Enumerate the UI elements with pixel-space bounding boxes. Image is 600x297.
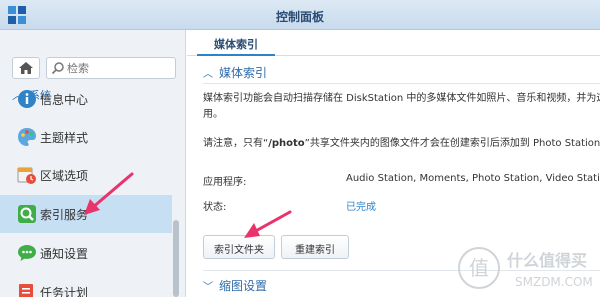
chevron-up-icon: ︿ bbox=[203, 69, 213, 80]
home-button[interactable] bbox=[12, 57, 40, 79]
watermark: 值 什么值得买 SMZDM.COM bbox=[455, 238, 600, 297]
tab-bar: 媒体索引 bbox=[187, 30, 600, 56]
calendar-clock-icon bbox=[17, 167, 36, 184]
watermark-title: 什么值得买 bbox=[507, 251, 587, 270]
sidebar-item-info-center[interactable]: 信息中心 bbox=[0, 80, 172, 118]
sidebar-item-notifications[interactable]: 通知设置 bbox=[0, 234, 172, 272]
window-title: 控制面板 bbox=[275, 10, 324, 24]
photo-note: 请注意，只有“/photo”共享文件夹内的图像文件才会在创建索引后添加到 Pho… bbox=[203, 136, 600, 152]
window-titlebar: 控制面板 bbox=[0, 0, 600, 30]
watermark-glyph: 值 bbox=[469, 256, 489, 280]
chat-bubble-icon bbox=[18, 245, 36, 261]
reindex-button[interactable]: 重建索引 bbox=[281, 235, 349, 259]
tab-media-index[interactable]: 媒体索引 bbox=[197, 30, 275, 56]
sidebar-item-indexing-service[interactable]: 索引服务 bbox=[0, 195, 172, 233]
group-header-thumbnail-settings[interactable]: ﹀ 缩图设置 bbox=[203, 277, 267, 294]
sidebar-item-label: 区域选项 bbox=[40, 169, 89, 183]
chevron-down-icon: ﹀ bbox=[203, 282, 213, 293]
sidebar-item-theme[interactable]: 主题样式 bbox=[0, 118, 172, 156]
sidebar: ︿系统 信息中心 主题样式 区域选项 bbox=[0, 30, 186, 297]
watermark-logo-icon: 值 什么值得买 SMZDM.COM bbox=[458, 247, 593, 289]
watermark-site: SMZDM.COM bbox=[515, 275, 593, 289]
photo-note-suffix: ”共享文件夹内的图像文件才会在创建索引后添加到 Photo Station。 bbox=[304, 138, 600, 149]
group-title-label: 缩图设置 bbox=[219, 279, 268, 293]
sidebar-item-label: 任务计划 bbox=[40, 286, 89, 297]
search-box[interactable] bbox=[46, 57, 176, 79]
sidebar-item-label: 索引服务 bbox=[40, 208, 89, 222]
sidebar-item-label: 主题样式 bbox=[40, 131, 89, 145]
group-title-label: 媒体索引 bbox=[219, 66, 268, 80]
palette-icon bbox=[18, 128, 36, 146]
applications-label: 应用程序: bbox=[203, 177, 247, 188]
status-value[interactable]: 已完成 bbox=[346, 198, 376, 213]
description-line-1: 媒体索引功能会自动扫描存储在 DiskStation 中的多媒体文件如照片、音乐… bbox=[203, 93, 600, 104]
sidebar-item-regional-options[interactable]: 区域选项 bbox=[0, 156, 172, 194]
photo-folder-name: /photo bbox=[268, 138, 305, 149]
group-header-media-index[interactable]: ︿ 媒体索引 bbox=[203, 64, 267, 81]
task-schedule-icon bbox=[19, 284, 33, 297]
photo-note-prefix: 请注意，只有“ bbox=[203, 138, 269, 149]
divider bbox=[203, 83, 600, 84]
description-line-2: 用。 bbox=[203, 109, 223, 120]
applications-value: Audio Station, Moments, Photo Station, V… bbox=[346, 173, 600, 184]
search-icon bbox=[51, 62, 64, 75]
index-folder-button[interactable]: 索引文件夹 bbox=[203, 235, 275, 259]
media-search-icon bbox=[18, 205, 36, 223]
sidebar-item-label: 信息中心 bbox=[40, 93, 89, 107]
home-icon bbox=[19, 62, 33, 74]
search-input[interactable] bbox=[67, 60, 172, 76]
info-icon bbox=[18, 90, 36, 108]
sidebar-item-task-scheduler[interactable]: 任务计划 bbox=[0, 273, 172, 297]
status-label: 状态: bbox=[203, 202, 227, 213]
sidebar-item-label: 通知设置 bbox=[40, 247, 89, 261]
sidebar-scrollbar[interactable] bbox=[173, 220, 179, 297]
